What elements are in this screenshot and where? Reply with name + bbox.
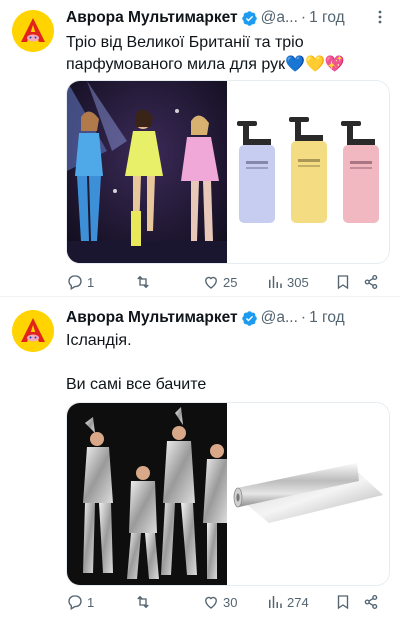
views-icon [269,596,282,608]
author-handle[interactable]: @a... [261,9,298,27]
tweet-text-line2: Ви самі все бачите [66,376,207,393]
band-photo[interactable] [67,403,227,585]
views-count: 274 [287,594,309,610]
aurora-logo-icon [12,10,54,52]
separator-dot: · [300,9,307,26]
aluminum-foil-roll-image [229,403,389,585]
bookmark-button[interactable] [334,592,352,612]
tweet-text-line1: Ісландія. [66,332,132,349]
share-button[interactable] [362,592,380,612]
concert-photo[interactable] [67,81,227,263]
tweet-text: Тріо від Великої Британії та тріо парфум… [66,34,345,73]
soap-photo[interactable] [229,81,389,263]
reply-button[interactable]: 1 [66,592,94,612]
reply-button[interactable]: 1 [66,272,94,292]
tweet-header: Аврора Мультимаркет @a... · 1 год [66,308,392,328]
tweet-actions: 1 30 274 [66,592,388,612]
reply-icon [68,275,82,290]
separator-dot: · [300,309,307,326]
retweet-icon [137,275,149,289]
tweet-header: Аврора Мультимаркет @a... · 1 год [66,8,392,28]
more-icon[interactable] [372,8,388,26]
avatar[interactable] [12,310,54,352]
like-count: 30 [223,594,238,610]
like-button[interactable]: 25 [202,272,237,292]
like-button[interactable]: 30 [202,592,237,612]
tweet-actions: 1 25 305 [66,272,388,292]
like-count: 25 [223,274,238,290]
bookmark-button[interactable] [334,272,352,292]
concert-trio-image [67,81,227,263]
views-button[interactable]: 305 [266,272,309,292]
timestamp[interactable]: 1 год [309,9,345,27]
views-count: 305 [287,274,309,290]
share-button[interactable] [362,272,380,292]
foil-photo[interactable] [229,403,389,585]
tweet-1[interactable]: Аврора Мультимаркет @a... · 1 год Тріо в… [0,0,400,296]
like-icon [205,276,217,289]
timestamp[interactable]: 1 год [309,309,345,327]
views-icon [269,276,282,288]
bookmark-icon [337,275,349,290]
bookmark-icon [337,595,349,610]
retweet-button[interactable] [134,592,155,612]
retweet-button[interactable] [134,272,155,292]
tweet-2[interactable]: Аврора Мультимаркет @a... · 1 год Ісланд… [0,296,400,630]
reply-icon [68,595,82,610]
soap-bottles-image [229,81,389,263]
like-icon [205,596,217,609]
share-icon [364,274,378,290]
avatar[interactable] [12,10,54,52]
author-handle[interactable]: @a... [261,309,298,327]
media-grid[interactable] [66,402,390,586]
silver-suits-band-image [67,403,227,585]
author-name[interactable]: Аврора Мультимаркет [66,9,238,27]
media-grid[interactable] [66,80,390,264]
verified-badge-icon [241,310,257,326]
author-name[interactable]: Аврора Мультимаркет [66,309,238,327]
reply-count: 1 [87,594,95,610]
aurora-logo-icon [12,310,54,352]
share-icon [364,594,378,610]
retweet-icon [137,595,149,609]
reply-count: 1 [87,274,95,290]
views-button[interactable]: 274 [266,592,309,612]
verified-badge-icon [241,10,257,26]
